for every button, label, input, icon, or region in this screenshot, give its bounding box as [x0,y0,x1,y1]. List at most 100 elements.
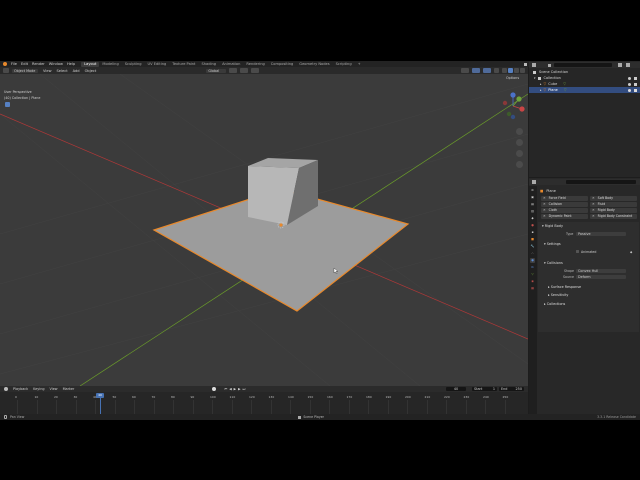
collision-button[interactable]: ✕ Collision [541,202,588,207]
menu-playback[interactable]: Playback [13,387,28,391]
tab-layout[interactable]: Layout [81,61,100,67]
menu-window[interactable]: Window [49,62,63,66]
collisions-subpanel-header[interactable]: ▾ Collisions [544,261,563,265]
select-box-tool-icon[interactable] [5,102,10,107]
current-frame-field[interactable]: 40 [446,387,466,391]
object-tab-icon[interactable]: ■ [530,237,535,242]
blender-logo-icon[interactable] [3,62,7,66]
shading-material-icon[interactable] [514,68,519,73]
camera-view-icon[interactable] [516,150,523,157]
cloth-button[interactable]: ✕ Cloth [541,208,588,213]
outliner-editor-icon[interactable] [532,63,536,67]
jump-end-icon[interactable]: ⏭ [243,387,246,391]
pan-hand-icon[interactable] [516,139,523,146]
proportional-editing-icon[interactable] [251,68,260,73]
add-workspace-button[interactable]: + [355,62,364,67]
jump-start-icon[interactable]: ⏮ [224,387,227,391]
menu-file[interactable]: File [11,62,17,66]
tab-geometry-nodes[interactable]: Geometry Nodes [296,62,332,67]
constraints-tab-icon[interactable]: ⧉ [530,265,535,270]
expand-arrow-icon[interactable]: ▸ [540,82,542,86]
eye-icon[interactable] [628,82,631,86]
outliner-item-plane[interactable]: ▸ ▽ Plane ▽ [529,87,640,93]
collection-tab-icon[interactable]: ▪ [530,230,535,235]
force-field-button[interactable]: ✕ Force Field [541,196,588,201]
visibility-icon[interactable] [461,68,469,73]
menu-marker[interactable]: Marker [63,387,75,391]
modifier-tab-icon[interactable]: 🔧 [530,244,535,249]
shading-solid-icon[interactable] [508,68,513,73]
physics-tab-icon[interactable]: ● [530,258,535,263]
texture-tab-icon[interactable]: ▦ [530,286,535,291]
mode-selector[interactable]: Object Mode [12,68,38,73]
menu-select[interactable]: Select [57,69,68,73]
menu-edit[interactable]: Edit [21,62,28,66]
type-dropdown[interactable]: Passive [576,231,626,236]
zoom-icon[interactable] [516,128,523,135]
soft-body-button[interactable]: ✕ Soft Body [590,196,637,201]
tab-modeling[interactable]: Modeling [99,62,121,67]
output-tab-icon[interactable]: ▤ [530,202,535,207]
record-icon[interactable] [212,387,217,391]
new-collection-icon[interactable] [626,63,630,67]
particles-tab-icon[interactable]: ∴ [530,251,535,256]
timeline-editor-icon[interactable] [4,387,8,391]
animated-keyframe-icon[interactable]: ◆ [630,250,632,254]
tab-compositing[interactable]: Compositing [268,62,297,67]
expand-arrow-icon[interactable]: ▸ [540,88,542,92]
menu-help[interactable]: Help [67,62,75,66]
tab-sculpting[interactable]: Sculpting [122,62,145,67]
camera-icon[interactable] [634,82,637,86]
eye-icon[interactable] [628,76,631,80]
scene-tab-icon[interactable]: ◆ [530,216,535,221]
source-dropdown[interactable]: Deform [576,274,626,279]
data-tab-icon[interactable]: ▽ [530,272,535,277]
view-layer-tab-icon[interactable]: ▥ [530,209,535,214]
menu-render[interactable]: Render [32,62,45,66]
tab-shading[interactable]: Shading [198,62,219,67]
menu-add[interactable]: Add [73,69,80,73]
3d-viewport[interactable]: User Perspective (40) Collection | Plane… [0,74,528,386]
transform-orientation-selector[interactable]: Global [206,68,227,73]
options-button[interactable]: Options [506,76,519,80]
editor-type-icon[interactable] [3,68,9,73]
play-icon[interactable]: ▶ [234,387,236,391]
menu-keying[interactable]: Keying [33,387,44,391]
fluid-button[interactable]: ✕ Fluid [590,202,637,207]
filter-icon[interactable] [548,63,551,67]
navigation-gizmo[interactable] [500,90,526,120]
overlay-toggle-icon[interactable] [483,68,491,73]
sensitivity-subpanel[interactable]: ▸ Sensitivity [548,293,568,297]
tab-uv-editing[interactable]: UV Editing [145,62,170,67]
material-tab-icon[interactable]: ◉ [530,279,535,284]
eye-icon[interactable] [628,88,631,92]
dynamic-paint-button[interactable]: ✕ Dynamic Paint [541,214,588,219]
shading-rendered-icon[interactable] [520,68,525,73]
render-tab-icon[interactable]: ▣ [530,195,535,200]
shape-dropdown[interactable]: Convex Hull [576,268,626,273]
perspective-toggle-icon[interactable] [516,161,523,168]
expand-arrow-icon[interactable]: ▾ [534,76,536,80]
animated-checkbox[interactable] [576,250,579,253]
step-back-icon[interactable]: ◀ [229,387,231,391]
tool-tab-icon[interactable]: ⚙ [530,188,535,193]
outliner-search-input[interactable] [554,63,612,67]
snap-icon[interactable] [240,68,249,73]
rigid-body-constraint-button[interactable]: ✕ Rigid Body Constraint [590,214,637,219]
properties-editor-icon[interactable] [532,180,536,184]
menu-object[interactable]: Object [85,69,97,73]
tab-scripting[interactable]: Scripting [333,62,355,67]
gizmo-toggle-icon[interactable] [472,68,480,73]
settings-subpanel-header[interactable]: ▾ Settings [544,242,561,246]
end-frame-field[interactable]: End 250 [499,387,524,391]
shading-wireframe-icon[interactable] [502,68,507,73]
funnel-icon[interactable] [618,63,622,67]
menu-timeline-view[interactable]: View [50,387,58,391]
camera-icon[interactable] [634,76,637,80]
tab-rendering[interactable]: Rendering [243,62,267,67]
camera-icon[interactable] [634,88,637,92]
menu-view[interactable]: View [43,69,52,73]
surface-response-subpanel[interactable]: ▸ Surface Response [548,285,581,289]
start-frame-field[interactable]: Start 1 [472,387,497,391]
rigid-body-header[interactable]: ▾ Rigid Body [542,224,563,228]
